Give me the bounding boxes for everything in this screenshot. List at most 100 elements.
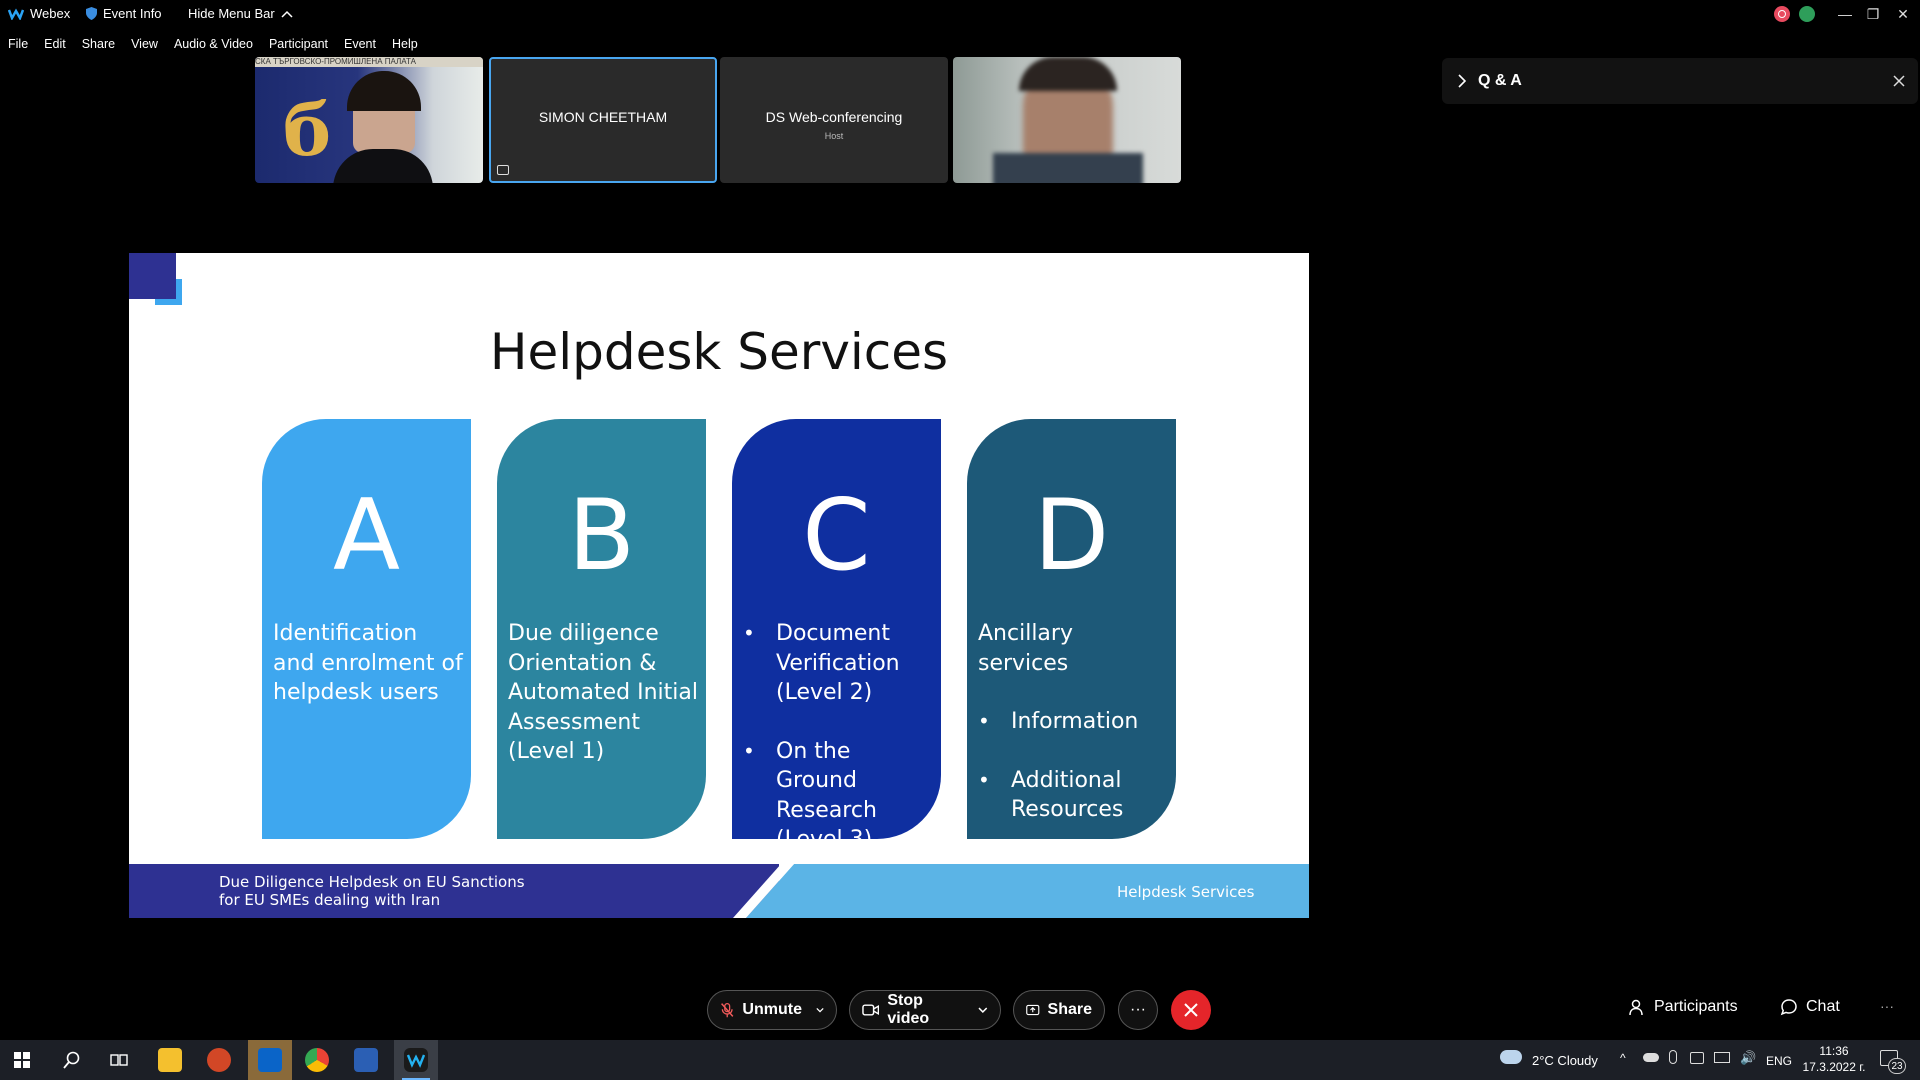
onedrive-icon[interactable] — [1643, 1053, 1659, 1062]
video-tile-simon-cheetham[interactable]: SIMON CHEETHAM — [489, 57, 717, 183]
microphone-muted-icon — [721, 1002, 734, 1018]
chevron-up-icon[interactable]: ^ — [1620, 1051, 1626, 1065]
language-indicator[interactable]: ENG — [1766, 1054, 1792, 1068]
webex-taskbar-active[interactable] — [394, 1040, 438, 1080]
video-tile-participant-1[interactable]: СКА ТЪРГОВСКО-ПРОМИШЛЕНА ПАЛАТА б — [255, 57, 483, 183]
tile-banner-text: СКА ТЪРГОВСКО-ПРОМИШЛЕНА ПАЛАТА — [255, 57, 483, 67]
card-bullet: On the Ground Research (Level 3) — [743, 737, 933, 855]
hide-menu-bar-button[interactable]: Hide Menu Bar — [188, 6, 293, 21]
presentation-slide: Helpdesk Services A Identification and e… — [129, 253, 1309, 918]
menu-share[interactable]: Share — [74, 34, 123, 54]
card-letter: D — [1033, 479, 1110, 593]
outlook-icon — [258, 1048, 282, 1072]
camera-icon[interactable] — [1690, 1052, 1704, 1064]
card-text: Document Verification (Level 2) On the G… — [743, 619, 933, 855]
panel-overflow-button[interactable]: ··· — [1880, 998, 1894, 1014]
unmute-label: Unmute — [742, 1001, 802, 1018]
microphone-icon[interactable] — [1669, 1050, 1677, 1064]
share-label: Share — [1047, 1001, 1092, 1018]
powerpoint-icon[interactable] — [207, 1048, 231, 1072]
card-bullet: Information — [978, 707, 1168, 737]
hide-menu-bar-label: Hide Menu Bar — [188, 6, 275, 21]
card-bullet: Document Verification (Level 2) — [743, 619, 933, 708]
chat-button[interactable]: Chat — [1780, 998, 1840, 1016]
webex-logo-icon — [8, 7, 24, 20]
search-icon[interactable] — [63, 1051, 81, 1074]
slide-title: Helpdesk Services — [489, 323, 949, 381]
chevron-down-icon[interactable] — [978, 1007, 988, 1013]
chevron-right-icon[interactable] — [1458, 74, 1466, 88]
network-icon[interactable] — [1714, 1052, 1730, 1063]
menu-help[interactable]: Help — [384, 34, 426, 54]
task-view-icon[interactable] — [110, 1052, 128, 1073]
recording-indicator-icon[interactable] — [1774, 6, 1790, 22]
chat-label: Chat — [1806, 998, 1840, 1015]
event-info-button[interactable]: Event Info — [86, 6, 162, 21]
video-tile-ds-web-conferencing[interactable]: DS Web-conferencing Host — [720, 57, 948, 183]
participant-hair — [1019, 57, 1117, 91]
menu-view[interactable]: View — [123, 34, 166, 54]
overflow-icon: ··· — [1880, 998, 1894, 1014]
menu-event[interactable]: Event — [336, 34, 384, 54]
chat-bubble-icon — [1780, 999, 1797, 1016]
minimize-icon[interactable]: — — [1830, 4, 1860, 24]
card-line: Identification and enrolment of helpdesk… — [273, 621, 463, 705]
video-tile-participant-4[interactable] — [953, 57, 1181, 183]
card-bullet: Additional Resources — [978, 766, 1168, 825]
participants-button[interactable]: Participants — [1628, 998, 1738, 1016]
service-card-a: A Identification and enrolment of helpde… — [262, 419, 471, 839]
participants-label: Participants — [1654, 998, 1738, 1015]
network-health-icon[interactable] — [1799, 6, 1815, 22]
restore-icon[interactable]: ❐ — [1858, 4, 1888, 24]
menu-participant[interactable]: Participant — [261, 34, 336, 54]
clock[interactable]: 11:36 17.3.2022 г. — [1797, 1043, 1871, 1075]
stop-video-button[interactable]: Stop video — [849, 990, 1001, 1030]
outlook-taskbar-highlight[interactable] — [248, 1040, 292, 1080]
event-info-label: Event Info — [103, 6, 162, 21]
tile-role-label: Host — [824, 131, 844, 141]
participants-icon — [1629, 999, 1643, 1016]
menu-audio-video[interactable]: Audio & Video — [166, 34, 261, 54]
app-name: Webex — [30, 6, 71, 21]
windows-start-icon[interactable] — [14, 1052, 30, 1073]
screen-share-icon — [497, 165, 509, 175]
weather-cloud-icon[interactable] — [1500, 1050, 1522, 1064]
volume-icon[interactable]: 🔊 — [1740, 1050, 1756, 1066]
slide-footer-left-text: Due Diligence Helpdesk on EU Sanctions f… — [219, 873, 525, 909]
more-options-button[interactable]: ··· — [1118, 990, 1158, 1030]
more-icon: ··· — [1130, 1001, 1146, 1018]
slide-footer-right-text: Helpdesk Services — [1117, 883, 1255, 901]
tile-name-label: SIMON CHEETHAM — [538, 109, 668, 125]
participant-hair — [347, 71, 421, 111]
clock-date: 17.3.2022 г. — [1802, 1060, 1866, 1074]
share-screen-icon — [1026, 1004, 1040, 1016]
card-letter: C — [802, 479, 871, 593]
notification-count-badge: 23 — [1888, 1058, 1906, 1074]
footer-line: Due Diligence Helpdesk on EU Sanctions — [219, 873, 525, 891]
menu-edit[interactable]: Edit — [36, 34, 74, 54]
tile-name-label: DS Web-conferencing — [765, 109, 903, 125]
chevron-up-icon — [281, 10, 293, 18]
menu-bar: File Edit Share View Audio & Video Parti… — [0, 34, 426, 54]
footer-line: for EU SMEs dealing with Iran — [219, 891, 441, 909]
close-window-icon[interactable]: ✕ — [1888, 4, 1918, 24]
card-text: Ancillary services Information Additiona… — [978, 619, 1168, 825]
stop-video-label: Stop video — [887, 992, 930, 1027]
leave-meeting-button[interactable] — [1171, 990, 1211, 1030]
weather-text[interactable]: 2°C Cloudy — [1532, 1053, 1598, 1068]
card-line: Ancillary services — [978, 621, 1073, 676]
chrome-icon[interactable] — [305, 1048, 329, 1072]
word-icon[interactable] — [354, 1048, 378, 1072]
service-card-d: D Ancillary services Information Additio… — [967, 419, 1176, 839]
chevron-down-icon[interactable] — [816, 1007, 824, 1013]
app-title: Webex — [8, 6, 70, 21]
participant-body — [993, 153, 1143, 183]
qa-panel-header[interactable]: Q & A — [1442, 58, 1918, 104]
file-explorer-icon[interactable] — [158, 1048, 182, 1072]
video-camera-icon — [862, 1004, 880, 1016]
unmute-button[interactable]: Unmute — [707, 990, 837, 1030]
close-icon[interactable] — [1893, 75, 1905, 87]
menu-file[interactable]: File — [0, 34, 36, 54]
share-button[interactable]: Share — [1013, 990, 1105, 1030]
qa-title: Q & A — [1478, 72, 1522, 89]
